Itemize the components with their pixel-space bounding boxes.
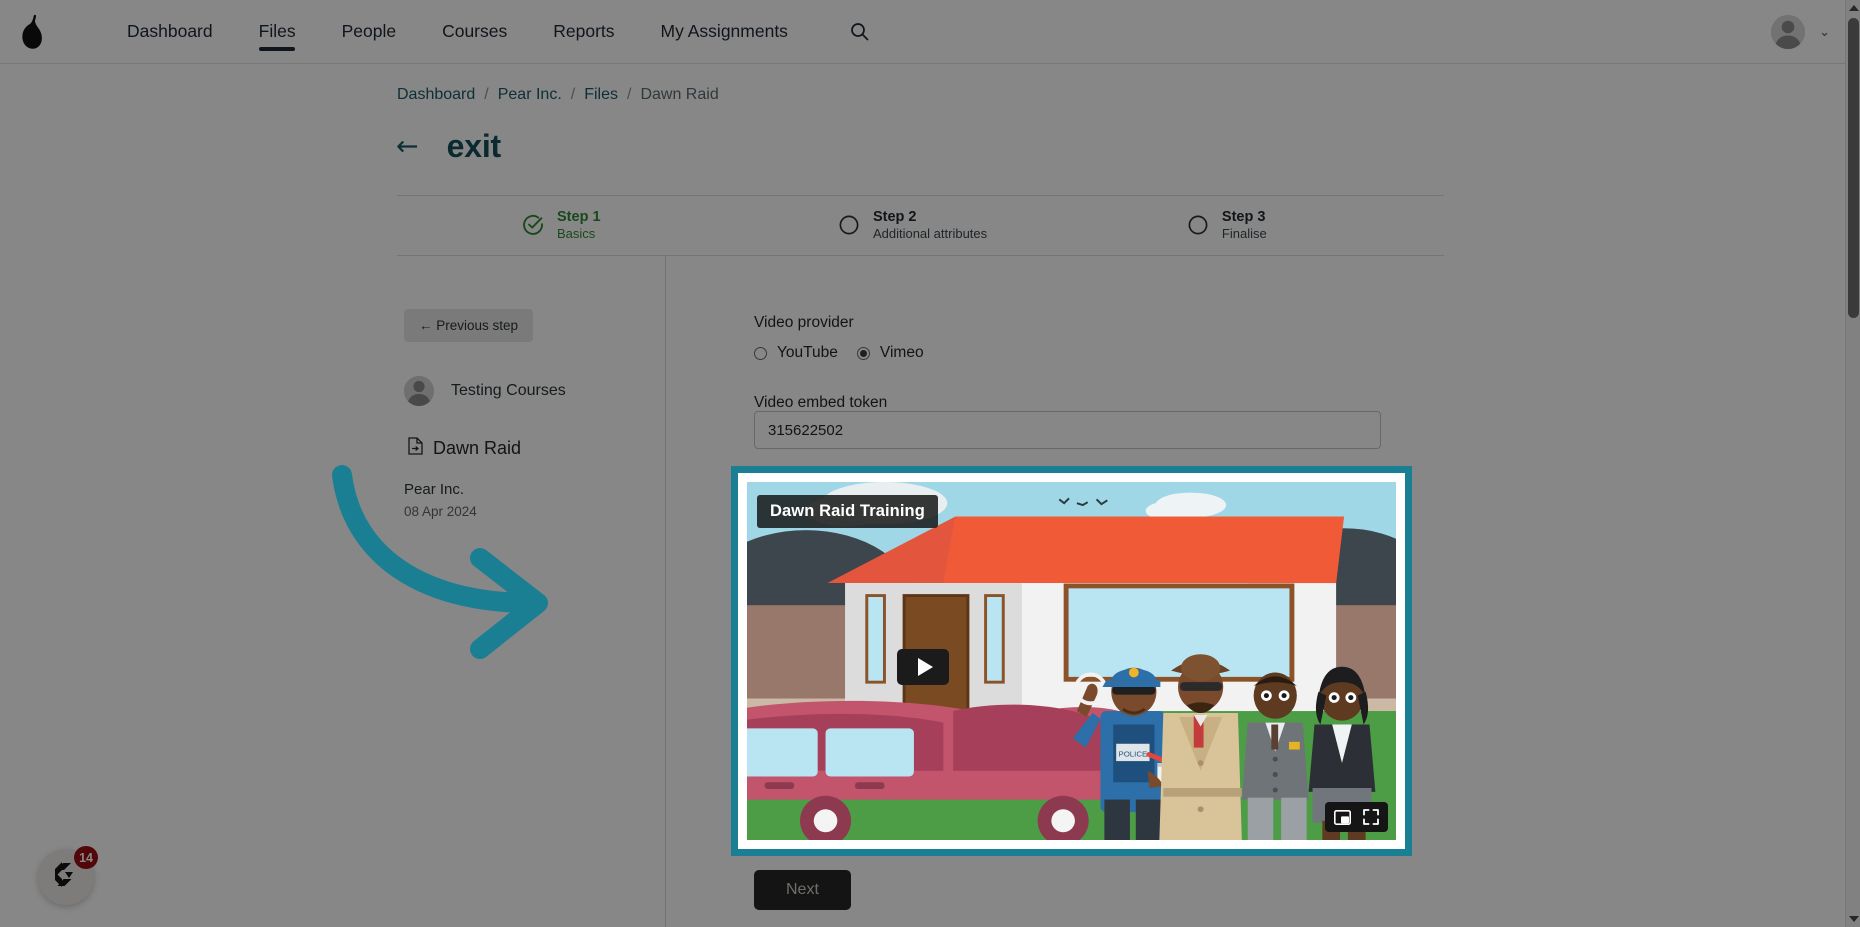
org-name: Pear Inc. xyxy=(404,481,465,498)
video-provider-label: Video provider xyxy=(754,314,854,331)
breadcrumb-separator: / xyxy=(570,86,576,103)
radio-vimeo-indicator[interactable] xyxy=(856,346,870,360)
breadcrumb: Dashboard / Pear Inc. / Files / Dawn Rai… xyxy=(397,86,719,104)
breadcrumb-separator: / xyxy=(484,86,489,103)
stepper-step-1-subtitle: Basics xyxy=(557,226,596,242)
breadcrumb-item-files[interactable]: Files xyxy=(584,86,618,104)
owner-row: Testing Courses xyxy=(404,376,566,406)
stepper-step-3-title: Step 3 xyxy=(1221,209,1266,226)
video-provider-radio-group: YouTube Vimeo xyxy=(754,344,924,362)
breadcrumb-item-dashboard[interactable]: Dashboard xyxy=(397,86,475,104)
video-thumbnail-image: POLICE xyxy=(747,482,1396,840)
nav-links: Dashboard Files People Courses Reports M… xyxy=(104,0,877,64)
owner-avatar-icon xyxy=(404,376,434,406)
stepper-step-2-subtitle: Additional attributes xyxy=(872,226,988,242)
video-player[interactable]: POLICE Dawn Raid Training xyxy=(747,482,1396,840)
video-embed-token-input[interactable] xyxy=(754,411,1381,449)
chat-widget-button[interactable]: 14 xyxy=(38,846,98,905)
stepper-step-3[interactable]: Step 3 Finalise xyxy=(1095,208,1444,243)
empty-circle-icon xyxy=(838,214,860,236)
nav-link-files[interactable]: Files xyxy=(236,0,319,64)
top-navigation-bar: Dashboard Files People Courses Reports M… xyxy=(0,0,1860,64)
previous-step-button[interactable]: ← Previous step xyxy=(404,309,534,342)
annotation-arrow-icon xyxy=(332,465,548,659)
back-arrow-icon[interactable]: ← xyxy=(396,133,419,160)
video-player-highlight[interactable]: POLICE Dawn Raid Training xyxy=(731,466,1412,856)
chat-unread-badge: 14 xyxy=(74,846,98,869)
video-title-overlay: Dawn Raid Training xyxy=(757,495,938,528)
column-divider xyxy=(665,256,666,927)
picture-in-picture-icon[interactable] xyxy=(1334,809,1351,825)
play-icon[interactable] xyxy=(897,649,949,685)
radio-youtube-indicator[interactable] xyxy=(754,346,767,360)
scrollbar-thumb[interactable] xyxy=(1848,18,1859,318)
nav-link-reports[interactable]: Reports xyxy=(530,0,637,64)
stepper-step-2[interactable]: Step 2 Additional attributes xyxy=(746,208,1095,243)
radio-label-vimeo: Vimeo xyxy=(879,344,924,361)
stepper-step-3-subtitle: Finalise xyxy=(1221,226,1267,242)
nav-link-my-assignments[interactable]: My Assignments xyxy=(638,0,811,64)
pear-logo-icon[interactable] xyxy=(0,0,64,64)
next-button[interactable]: Next xyxy=(754,870,851,910)
page-header: ← exit xyxy=(396,128,501,165)
breadcrumb-item-pear-inc[interactable]: Pear Inc. xyxy=(498,86,562,104)
file-date: 08 Apr 2024 xyxy=(404,504,477,519)
breadcrumb-item-dawn-raid: Dawn Raid xyxy=(640,86,719,103)
svg-text:POLICE: POLICE xyxy=(1118,749,1147,758)
video-controls xyxy=(1325,802,1388,832)
wizard-stepper: Step 1 Basics Step 2 Additional attribut… xyxy=(397,195,1444,256)
page-scrollbar[interactable] xyxy=(1845,0,1860,927)
page-title: exit xyxy=(446,128,502,164)
breadcrumb-separator: / xyxy=(627,86,632,103)
radio-label-youtube: YouTube xyxy=(777,344,838,361)
check-circle-icon xyxy=(522,214,544,236)
video-embed-token-label: Video embed token xyxy=(754,394,888,411)
nav-link-people[interactable]: People xyxy=(319,0,420,64)
radio-option-youtube[interactable]: YouTube xyxy=(754,344,838,362)
user-avatar-icon[interactable] xyxy=(1771,14,1806,49)
stepper-step-2-title: Step 2 xyxy=(872,209,917,226)
stepper-step-1[interactable]: Step 1 Basics xyxy=(397,208,746,243)
radio-option-vimeo[interactable]: Vimeo xyxy=(856,344,924,362)
file-row: Dawn Raid xyxy=(408,437,521,460)
fullscreen-icon[interactable] xyxy=(1363,809,1379,825)
page-root: Dashboard Files People Courses Reports M… xyxy=(0,0,1860,927)
file-document-icon xyxy=(408,437,423,460)
scrollbar-down-arrow-icon[interactable] xyxy=(1846,911,1860,927)
empty-circle-icon xyxy=(1187,214,1209,236)
file-name: Dawn Raid xyxy=(433,438,522,458)
search-icon[interactable] xyxy=(843,15,877,49)
chevron-down-icon[interactable]: ⌄ xyxy=(1819,25,1830,38)
stepper-step-1-title: Step 1 xyxy=(557,209,601,226)
nav-link-courses[interactable]: Courses xyxy=(419,0,530,64)
nav-link-dashboard[interactable]: Dashboard xyxy=(104,0,236,64)
owner-name: Testing Courses xyxy=(451,382,566,399)
scrollbar-up-arrow-icon[interactable] xyxy=(1846,0,1860,16)
